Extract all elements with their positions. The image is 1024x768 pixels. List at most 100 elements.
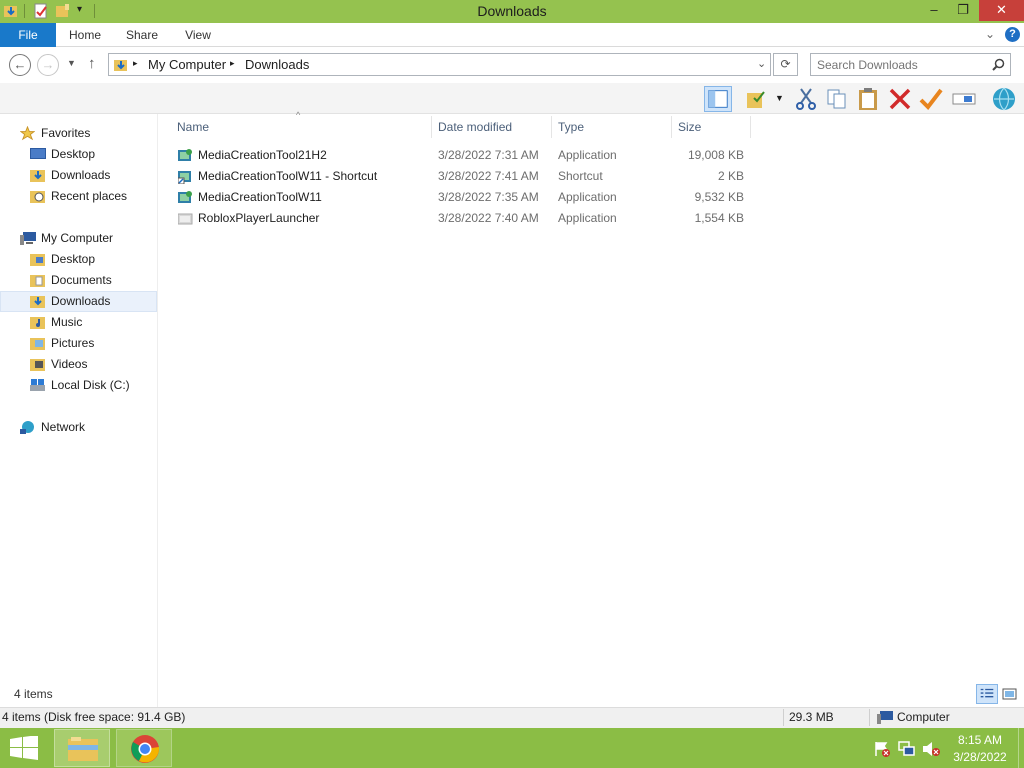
tab-home[interactable]: Home <box>62 23 108 47</box>
breadcrumb-downloads[interactable]: Downloads <box>245 57 309 72</box>
search-box[interactable] <box>810 53 1011 76</box>
nav-label: Desktop <box>51 147 96 161</box>
downloads-folder-icon <box>30 170 45 182</box>
search-input[interactable] <box>815 56 985 73</box>
file-name[interactable]: MediaCreationToolW11 - Shortcut <box>198 166 377 187</box>
forward-button[interactable]: → <box>37 54 59 76</box>
tab-share[interactable]: Share <box>118 23 166 47</box>
tab-view[interactable]: View <box>176 23 220 47</box>
nav-label: Favorites <box>41 126 91 140</box>
search-icon[interactable] <box>992 58 1005 71</box>
network-globe-icon[interactable] <box>990 86 1018 112</box>
local-disk-icon <box>30 379 45 391</box>
computer-icon <box>20 232 36 245</box>
address-bar[interactable]: ▸ My Computer ▸ Downloads ⌄ <box>108 53 771 76</box>
nav-label: Recent places <box>51 189 128 203</box>
file-size: 9,532 KB <box>694 190 744 204</box>
nav-computer-pictures[interactable]: Pictures <box>0 333 157 354</box>
select-folder-icon[interactable] <box>742 86 770 112</box>
nav-computer-local-disk[interactable]: Local Disk (C:) <box>0 375 157 396</box>
volume-muted-icon[interactable] <box>922 741 940 757</box>
minimize-button[interactable]: – <box>920 0 948 21</box>
media-tool-icon <box>178 149 192 161</box>
maximize-button[interactable]: ❐ <box>948 0 978 21</box>
videos-folder-icon <box>30 359 45 371</box>
nav-computer-videos[interactable]: Videos <box>0 354 157 375</box>
back-button[interactable]: ← <box>9 54 31 76</box>
nav-computer-desktop[interactable]: Desktop <box>0 249 157 270</box>
file-type: Application <box>558 148 617 162</box>
column-header-date[interactable]: Date modified <box>432 116 552 138</box>
close-button[interactable]: ✕ <box>979 0 1024 21</box>
expand-ribbon-icon[interactable]: ⌄ <box>985 27 995 41</box>
refresh-button[interactable]: ⟳ <box>773 53 798 76</box>
file-row[interactable]: MediaCreationToolW11 3/28/2022 7:35 AM A… <box>174 187 748 208</box>
chrome-icon <box>131 735 160 763</box>
nav-computer-downloads[interactable]: Downloads <box>0 291 157 312</box>
column-header-size[interactable]: Size <box>672 116 751 138</box>
recent-locations-icon[interactable]: ▼ <box>67 58 76 68</box>
downloads-folder-icon <box>114 60 127 71</box>
file-date: 3/28/2022 7:40 AM <box>438 211 539 225</box>
nav-favorites-recent-places[interactable]: Recent places <box>0 186 157 207</box>
help-icon[interactable]: ? <box>1005 27 1020 42</box>
taskbar-file-explorer[interactable] <box>54 729 110 767</box>
column-header-type[interactable]: Type <box>552 116 672 138</box>
nav-my-computer[interactable]: My Computer <box>0 228 157 249</box>
dropdown-arrow-icon[interactable]: ▼ <box>775 93 784 103</box>
rename-icon[interactable] <box>950 86 978 112</box>
nav-network[interactable]: Network <box>0 417 157 438</box>
delete-icon[interactable] <box>886 86 914 112</box>
up-arrow-icon[interactable]: ↑ <box>88 55 96 72</box>
action-center-flag-icon[interactable] <box>874 741 890 757</box>
nav-favorites-downloads[interactable]: Downloads <box>0 165 157 186</box>
computer-icon <box>877 711 893 724</box>
file-size: 19,008 KB <box>687 148 744 162</box>
pane-divider <box>157 114 158 707</box>
file-name[interactable]: MediaCreationTool21H2 <box>198 145 327 166</box>
file-row[interactable]: MediaCreationTool21H2 3/28/2022 7:31 AM … <box>174 145 748 166</box>
breadcrumb-my-computer[interactable]: My Computer <box>148 57 226 72</box>
cut-icon[interactable] <box>792 86 820 112</box>
windows-start-icon[interactable] <box>10 736 38 760</box>
disk-free-space: 4 items (Disk free space: 91.4 GB) <box>2 710 186 724</box>
chevron-right-icon[interactable]: ▸ <box>230 58 235 69</box>
file-name[interactable]: RobloxPlayerLauncher <box>198 208 319 229</box>
file-date: 3/28/2022 7:35 AM <box>438 190 539 204</box>
nav-favorites[interactable]: Favorites <box>0 123 157 144</box>
checkmark-icon[interactable] <box>917 86 945 112</box>
details-view-icon[interactable] <box>976 684 998 704</box>
taskbar-chrome[interactable] <box>116 729 172 767</box>
pictures-folder-icon <box>30 338 45 350</box>
nav-computer-music[interactable]: Music <box>0 312 157 333</box>
music-folder-icon <box>30 317 45 329</box>
roblox-icon <box>178 213 193 225</box>
clock-time[interactable]: 8:15 AM <box>950 733 1010 747</box>
nav-favorites-desktop[interactable]: Desktop <box>0 144 157 165</box>
nav-computer-documents[interactable]: Documents <box>0 270 157 291</box>
file-name[interactable]: MediaCreationToolW11 <box>198 187 322 208</box>
copy-icon[interactable] <box>823 86 851 112</box>
nav-label: Network <box>41 420 86 434</box>
file-size: 1,554 KB <box>694 211 744 225</box>
recent-places-icon <box>30 191 45 203</box>
chevron-right-icon[interactable]: ▸ <box>133 58 138 69</box>
tab-file[interactable]: File <box>0 23 56 47</box>
large-icons-view-icon[interactable] <box>1001 686 1018 702</box>
show-desktop-button[interactable] <box>1018 728 1024 768</box>
clock-date[interactable]: 3/28/2022 <box>950 750 1010 764</box>
preview-pane-icon[interactable] <box>704 86 732 112</box>
star-icon <box>20 126 35 141</box>
file-type: Application <box>558 190 617 204</box>
file-row[interactable]: MediaCreationToolW11 - Shortcut 3/28/202… <box>174 166 748 187</box>
selection-size: 29.3 MB <box>789 710 834 724</box>
file-row[interactable]: RobloxPlayerLauncher 3/28/2022 7:40 AM A… <box>174 208 748 229</box>
window-title: Downloads <box>477 3 547 19</box>
chevron-down-icon[interactable]: ⌄ <box>757 57 766 70</box>
paste-icon[interactable] <box>854 86 882 112</box>
network-status-icon[interactable] <box>898 741 916 757</box>
documents-folder-icon <box>30 275 45 287</box>
nav-label: Downloads <box>51 294 111 308</box>
shortcut-icon <box>178 171 191 184</box>
column-header-name[interactable]: Name <box>171 116 432 138</box>
